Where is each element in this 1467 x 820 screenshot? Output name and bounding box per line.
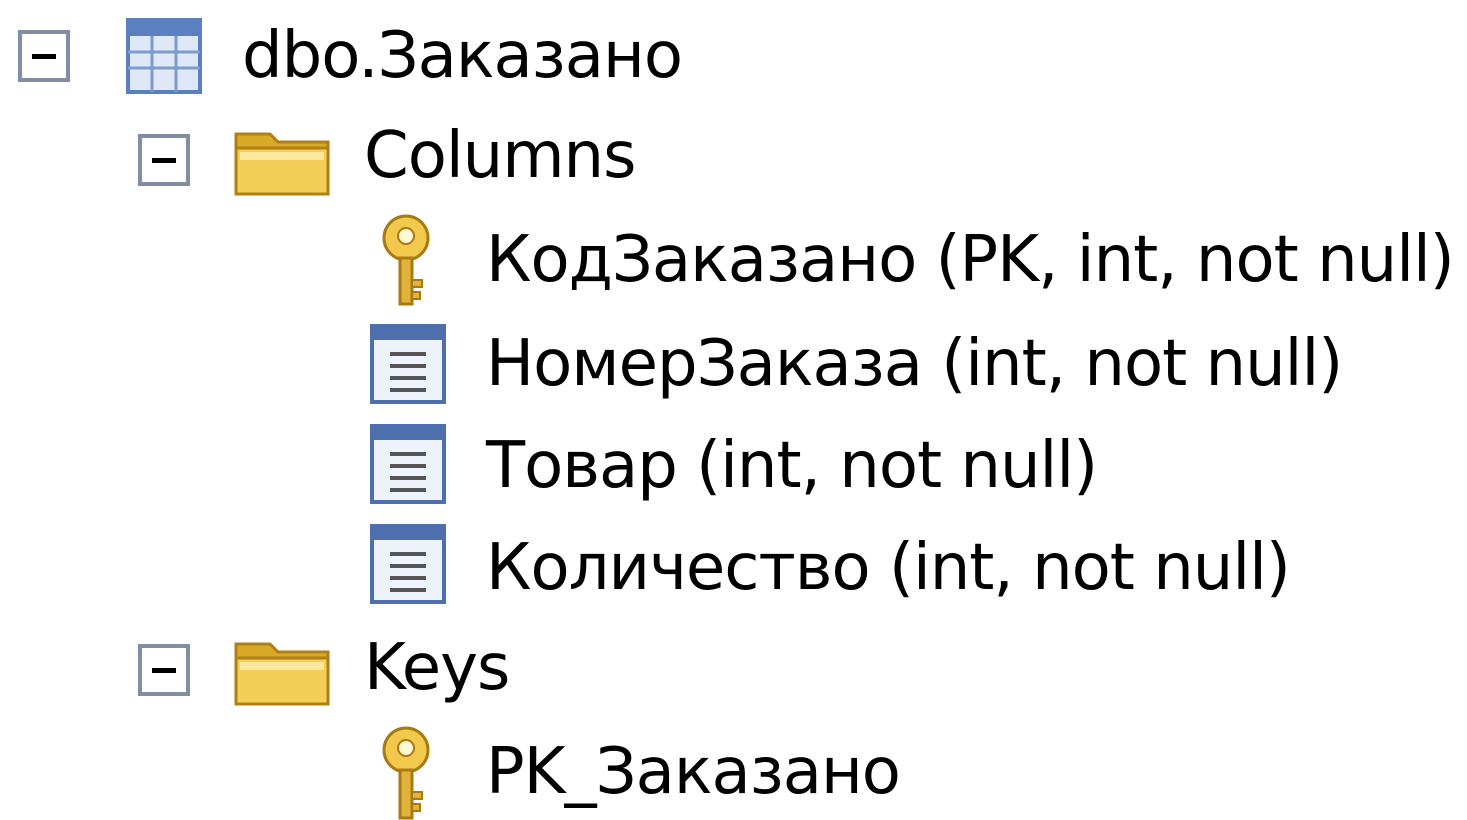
tree-node-table[interactable]: dbo.Заказано [0,4,720,104]
minus-icon [152,158,176,163]
key-label: PK_Заказано [486,735,901,809]
tree-node-column[interactable]: Количество (int, not null) [0,518,1467,618]
tree-node-columns-folder[interactable]: Columns [0,108,700,208]
minus-icon [152,668,176,673]
collapse-toggle-columns[interactable] [138,134,190,186]
columns-folder-label: Columns [364,119,636,193]
collapse-toggle-keys[interactable] [138,644,190,696]
tree-node-column[interactable]: Товар (int, not null) [0,416,1467,516]
tree-node-column[interactable]: КодЗаказано (PK, int, not null) [0,210,1467,310]
collapse-toggle-table[interactable] [18,30,70,82]
tree-node-column[interactable]: НомерЗаказа (int, not null) [0,314,1467,414]
column-label: КодЗаказано (PK, int, not null) [486,223,1455,297]
keys-folder-label: Keys [364,631,510,705]
minus-icon [32,54,56,59]
folder-icon [232,116,332,200]
tree-node-keys-folder[interactable]: Keys [0,620,700,720]
folder-icon [232,626,332,710]
table-name-label: dbo.Заказано [242,19,683,93]
column-label: НомерЗаказа (int, not null) [486,327,1343,401]
column-label: Товар (int, not null) [486,429,1098,503]
primary-key-icon [366,210,446,310]
column-label: Количество (int, not null) [486,531,1291,605]
column-icon [368,322,448,406]
column-icon [368,522,448,606]
column-icon [368,422,448,506]
primary-key-icon [366,722,446,820]
tree-node-key[interactable]: PK_Заказано [0,720,1000,820]
table-icon [122,14,206,98]
